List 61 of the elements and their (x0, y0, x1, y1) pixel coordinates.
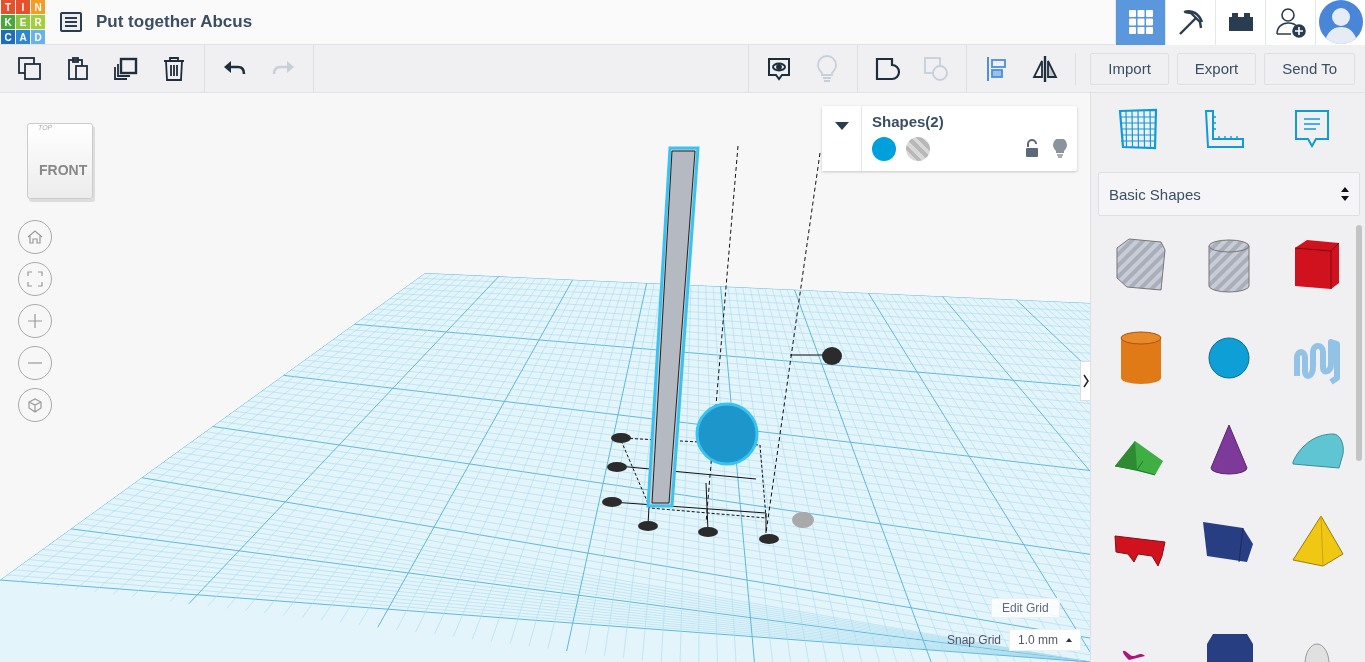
mirror-icon (1031, 54, 1060, 83)
collapse-panel-button[interactable] (1080, 361, 1090, 401)
bulb-icon[interactable] (1053, 139, 1067, 159)
logo-letter: C (1, 30, 15, 44)
minus-icon (28, 362, 42, 364)
logo-letter: N (31, 0, 45, 14)
logo-letter: K (1, 15, 15, 29)
caret-icon (834, 122, 849, 130)
cube-face-label: FRONT (39, 162, 88, 178)
home-button[interactable] (18, 220, 52, 254)
logo-letter: T (1, 0, 15, 14)
inspector-title: Shapes(2) (872, 113, 945, 130)
plus-icon (26, 312, 44, 330)
hole-swatch[interactable] (906, 137, 930, 161)
logo-letter: E (16, 15, 30, 29)
resize-handle[interactable] (602, 497, 622, 507)
pillar-shape[interactable] (646, 146, 700, 508)
resize-handle[interactable] (822, 347, 842, 365)
brick-view-button[interactable] (1215, 0, 1265, 45)
home-icon (26, 228, 44, 246)
avatar-view-button[interactable] (1315, 0, 1365, 45)
toolbar-button[interactable]: Send To (1264, 52, 1355, 85)
edit-grid-button[interactable]: Edit Grid (991, 598, 1060, 618)
ruler-icon[interactable] (1203, 107, 1247, 151)
solid-color-swatch[interactable] (872, 137, 896, 161)
snap-grid-label: Snap Grid (947, 633, 1002, 647)
zoom-in-button[interactable] (18, 304, 52, 338)
design-list-icon[interactable] (60, 12, 82, 32)
add-user-icon (1274, 6, 1307, 38)
grid-icon (1127, 9, 1154, 35)
brick-icon (1226, 11, 1255, 33)
add-user-view-button[interactable] (1265, 0, 1315, 45)
unlock-icon[interactable] (1025, 139, 1039, 157)
copy-icon (16, 54, 44, 83)
height-handle[interactable] (792, 512, 814, 528)
scrollbar[interactable] (1356, 225, 1362, 461)
design-title: Put together Abcus (96, 12, 253, 32)
sphere-shape[interactable] (695, 402, 759, 466)
logo-letter: I (16, 0, 30, 14)
ungroup-icon (922, 54, 951, 83)
shape-category-select[interactable]: Basic Shapes (1098, 172, 1360, 216)
resize-handle[interactable] (611, 433, 631, 443)
collapse-button[interactable] (822, 106, 862, 171)
chevron-icon (1082, 374, 1089, 388)
fit-view-icon (26, 270, 44, 288)
logo-letter: R (31, 15, 45, 29)
zoom-out-button[interactable] (18, 346, 52, 380)
logo-letter: D (31, 30, 45, 44)
toolbar-button[interactable]: Import (1090, 52, 1169, 85)
resize-handle[interactable] (759, 534, 779, 544)
toolbar-button[interactable]: Export (1176, 52, 1257, 85)
logo-letter: A (16, 30, 30, 44)
resize-handle[interactable] (698, 527, 718, 537)
snap-grid-select[interactable]: 1.0 mm (1009, 629, 1082, 651)
resize-handle[interactable] (607, 462, 627, 472)
fit-button[interactable] (18, 262, 52, 296)
cube-icon (26, 396, 44, 414)
sort-arrows-icon (1341, 186, 1349, 202)
perspective-button[interactable] (18, 388, 52, 422)
pickaxe-view-button[interactable] (1165, 0, 1215, 45)
resize-handle[interactable] (638, 521, 658, 531)
